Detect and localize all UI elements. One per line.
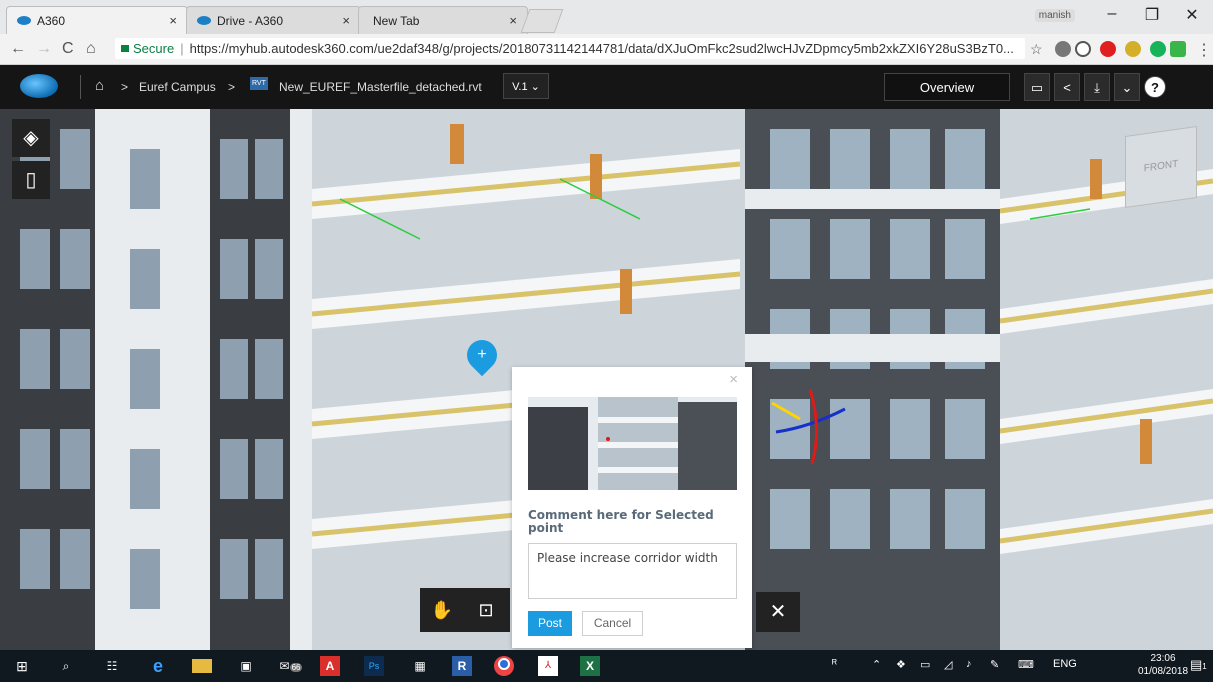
chrome-browser-icon[interactable] — [494, 656, 514, 676]
maximize-button[interactable]: ❐ — [1137, 5, 1167, 25]
popup-close-icon[interactable]: × — [729, 371, 738, 388]
app-header: ⌂ > Euref Campus > RVT New_EUREF_Masterf… — [0, 65, 1213, 109]
people-icon[interactable]: ᴿ — [832, 658, 837, 670]
clock[interactable]: 23:06 01/08/2018 — [1138, 652, 1188, 678]
breadcrumb-file: New_EUREF_Masterfile_detached.rvt — [279, 80, 482, 94]
menu-kebab-icon[interactable]: ⋮ — [1196, 40, 1212, 60]
home-icon[interactable]: ⌂ — [95, 77, 104, 94]
comment-textarea[interactable]: Please increase corridor width — [528, 543, 737, 599]
tab-drive-a360[interactable]: Drive - A360 × — [186, 6, 361, 34]
language-indicator[interactable]: ENG — [1053, 658, 1077, 670]
url-text: https://myhub.autodesk360.com/ue2daf348/… — [189, 41, 1014, 56]
revit-icon[interactable]: R — [452, 656, 472, 676]
clock-date: 01/08/2018 — [1138, 666, 1189, 677]
secure-label: Secure — [133, 41, 175, 56]
sheets-icon[interactable]: ▯ — [12, 161, 50, 199]
notification-center-icon[interactable]: ▤1 — [1190, 657, 1207, 673]
notification-count-badge: 1 — [1202, 662, 1207, 671]
extension-icon[interactable] — [1170, 41, 1186, 57]
close-window-button[interactable]: ✕ — [1177, 5, 1207, 25]
overview-button[interactable]: Overview — [884, 73, 1010, 101]
tab-title: A360 — [37, 14, 66, 28]
acrobat-pdf-icon[interactable]: ⅄ — [538, 656, 558, 676]
rvt-file-icon: RVT — [250, 77, 268, 90]
tab-title: New Tab — [373, 14, 420, 28]
tab-close-icon[interactable]: × — [169, 13, 177, 28]
file-explorer-icon[interactable] — [192, 659, 212, 673]
new-tab-button[interactable] — [520, 9, 564, 33]
extension-icon[interactable] — [1055, 41, 1071, 57]
tab-close-icon[interactable]: × — [509, 13, 517, 28]
store-bag-icon[interactable]: ▣ — [236, 656, 256, 676]
grammarly-extension-icon[interactable] — [1150, 41, 1166, 57]
bottom-toolbar: ✋ ⊡ — [420, 588, 510, 632]
tab-a360[interactable]: A360 × — [6, 6, 188, 34]
tab-new-tab[interactable]: New Tab × — [358, 6, 528, 34]
lock-icon — [121, 45, 129, 52]
excel-icon[interactable]: X — [580, 656, 600, 676]
breadcrumb-separator: > — [228, 80, 236, 94]
dropbox-icon[interactable]: ❖ — [896, 658, 906, 671]
a360-logo[interactable] — [20, 74, 58, 98]
breadcrumb-separator: > — [121, 80, 129, 94]
calculator-icon[interactable]: ▦ — [410, 656, 430, 676]
opera-extension-icon[interactable] — [1100, 41, 1116, 57]
volume-icon[interactable]: ♪ — [966, 658, 972, 670]
a360-favicon-icon — [197, 16, 211, 25]
url-input[interactable]: Secure | https://myhub.autodesk360.com/ue2… — [115, 38, 1025, 59]
search-icon[interactable]: ⌕ — [56, 656, 76, 676]
minimize-button[interactable]: – — [1097, 5, 1127, 23]
comment-icon[interactable]: ▭ — [1024, 73, 1050, 101]
comment-pin-marker[interactable]: + — [460, 333, 504, 377]
profile-name[interactable]: manish — [1034, 9, 1075, 22]
download-icon[interactable]: ⤓ — [1084, 73, 1110, 101]
viewcube[interactable]: FRONT — [1125, 125, 1197, 209]
battery-icon[interactable]: ▭ — [920, 658, 930, 671]
autocad-icon[interactable]: A — [320, 656, 340, 676]
task-view-icon[interactable]: ☷ — [102, 656, 122, 676]
back-button[interactable]: ← — [10, 40, 26, 58]
address-bar: ← → C ⌂ Secure | https://myhub.autodesk360… — [0, 34, 1213, 65]
browser-tab-strip: A360 × Drive - A360 × New Tab × manish –… — [0, 0, 1213, 34]
extension-icon[interactable] — [1125, 41, 1141, 57]
forward-button[interactable]: → — [36, 40, 52, 58]
mail-icon[interactable]: ✉ 66 — [276, 656, 306, 676]
wifi-icon[interactable]: ◿ — [944, 658, 952, 671]
clock-time: 23:06 — [1150, 653, 1176, 664]
comment-snapshot-thumbnail — [528, 397, 737, 490]
a360-favicon-icon — [17, 16, 31, 25]
help-icon[interactable]: ? — [1144, 76, 1166, 98]
view-cube-toggle-icon[interactable]: ◈ — [12, 119, 50, 157]
pin-plus-icon: + — [477, 346, 487, 363]
edge-browser-icon[interactable]: e — [148, 656, 168, 676]
star-bookmark-icon[interactable]: ☆ — [1030, 41, 1043, 58]
keyboard-icon[interactable]: ⌨ — [1018, 658, 1034, 671]
reload-button[interactable]: C — [62, 40, 74, 58]
extension-icon[interactable] — [1075, 41, 1091, 57]
mail-count-badge: 66 — [289, 663, 303, 672]
breadcrumb-project[interactable]: Euref Campus — [139, 80, 216, 94]
zoom-region-icon[interactable]: ⊡ — [468, 596, 504, 624]
windows-taskbar: ⊞ ⌕ ☷ e ▣ ✉ 66 A Ps ▦ R ⅄ X ᴿ ⌃ ❖ ▭ ◿ ♪ ✎… — [0, 650, 1213, 682]
show-hidden-icons-chevron-icon[interactable]: ⌃ — [872, 658, 881, 671]
tab-title: Drive - A360 — [217, 14, 284, 28]
home-button[interactable]: ⌂ — [86, 40, 96, 58]
pan-hand-icon[interactable]: ✋ — [424, 596, 460, 624]
comment-popup: × Comment here for Selected point Please… — [512, 367, 752, 648]
more-dropdown-icon[interactable]: ⌄ — [1114, 73, 1140, 101]
version-dropdown[interactable]: V.1 ⌄ — [503, 73, 549, 99]
windows-start-icon[interactable]: ⊞ — [12, 656, 32, 676]
tab-close-icon[interactable]: × — [342, 13, 350, 28]
cancel-button[interactable]: Cancel — [582, 611, 643, 636]
photoshop-icon[interactable]: Ps — [364, 656, 384, 676]
share-icon[interactable]: < — [1054, 73, 1080, 101]
header-divider — [80, 75, 81, 99]
comment-popup-title: Comment here for Selected point — [528, 508, 714, 535]
close-viewer-button[interactable]: ✕ — [756, 592, 800, 632]
model-viewer-canvas[interactable]: ◈ ▯ FRONT + ✋ ⊡ ✕ × Comment here for Sel… — [0, 109, 1213, 650]
pen-ink-icon[interactable]: ✎ — [990, 658, 999, 671]
post-button[interactable]: Post — [528, 611, 572, 636]
